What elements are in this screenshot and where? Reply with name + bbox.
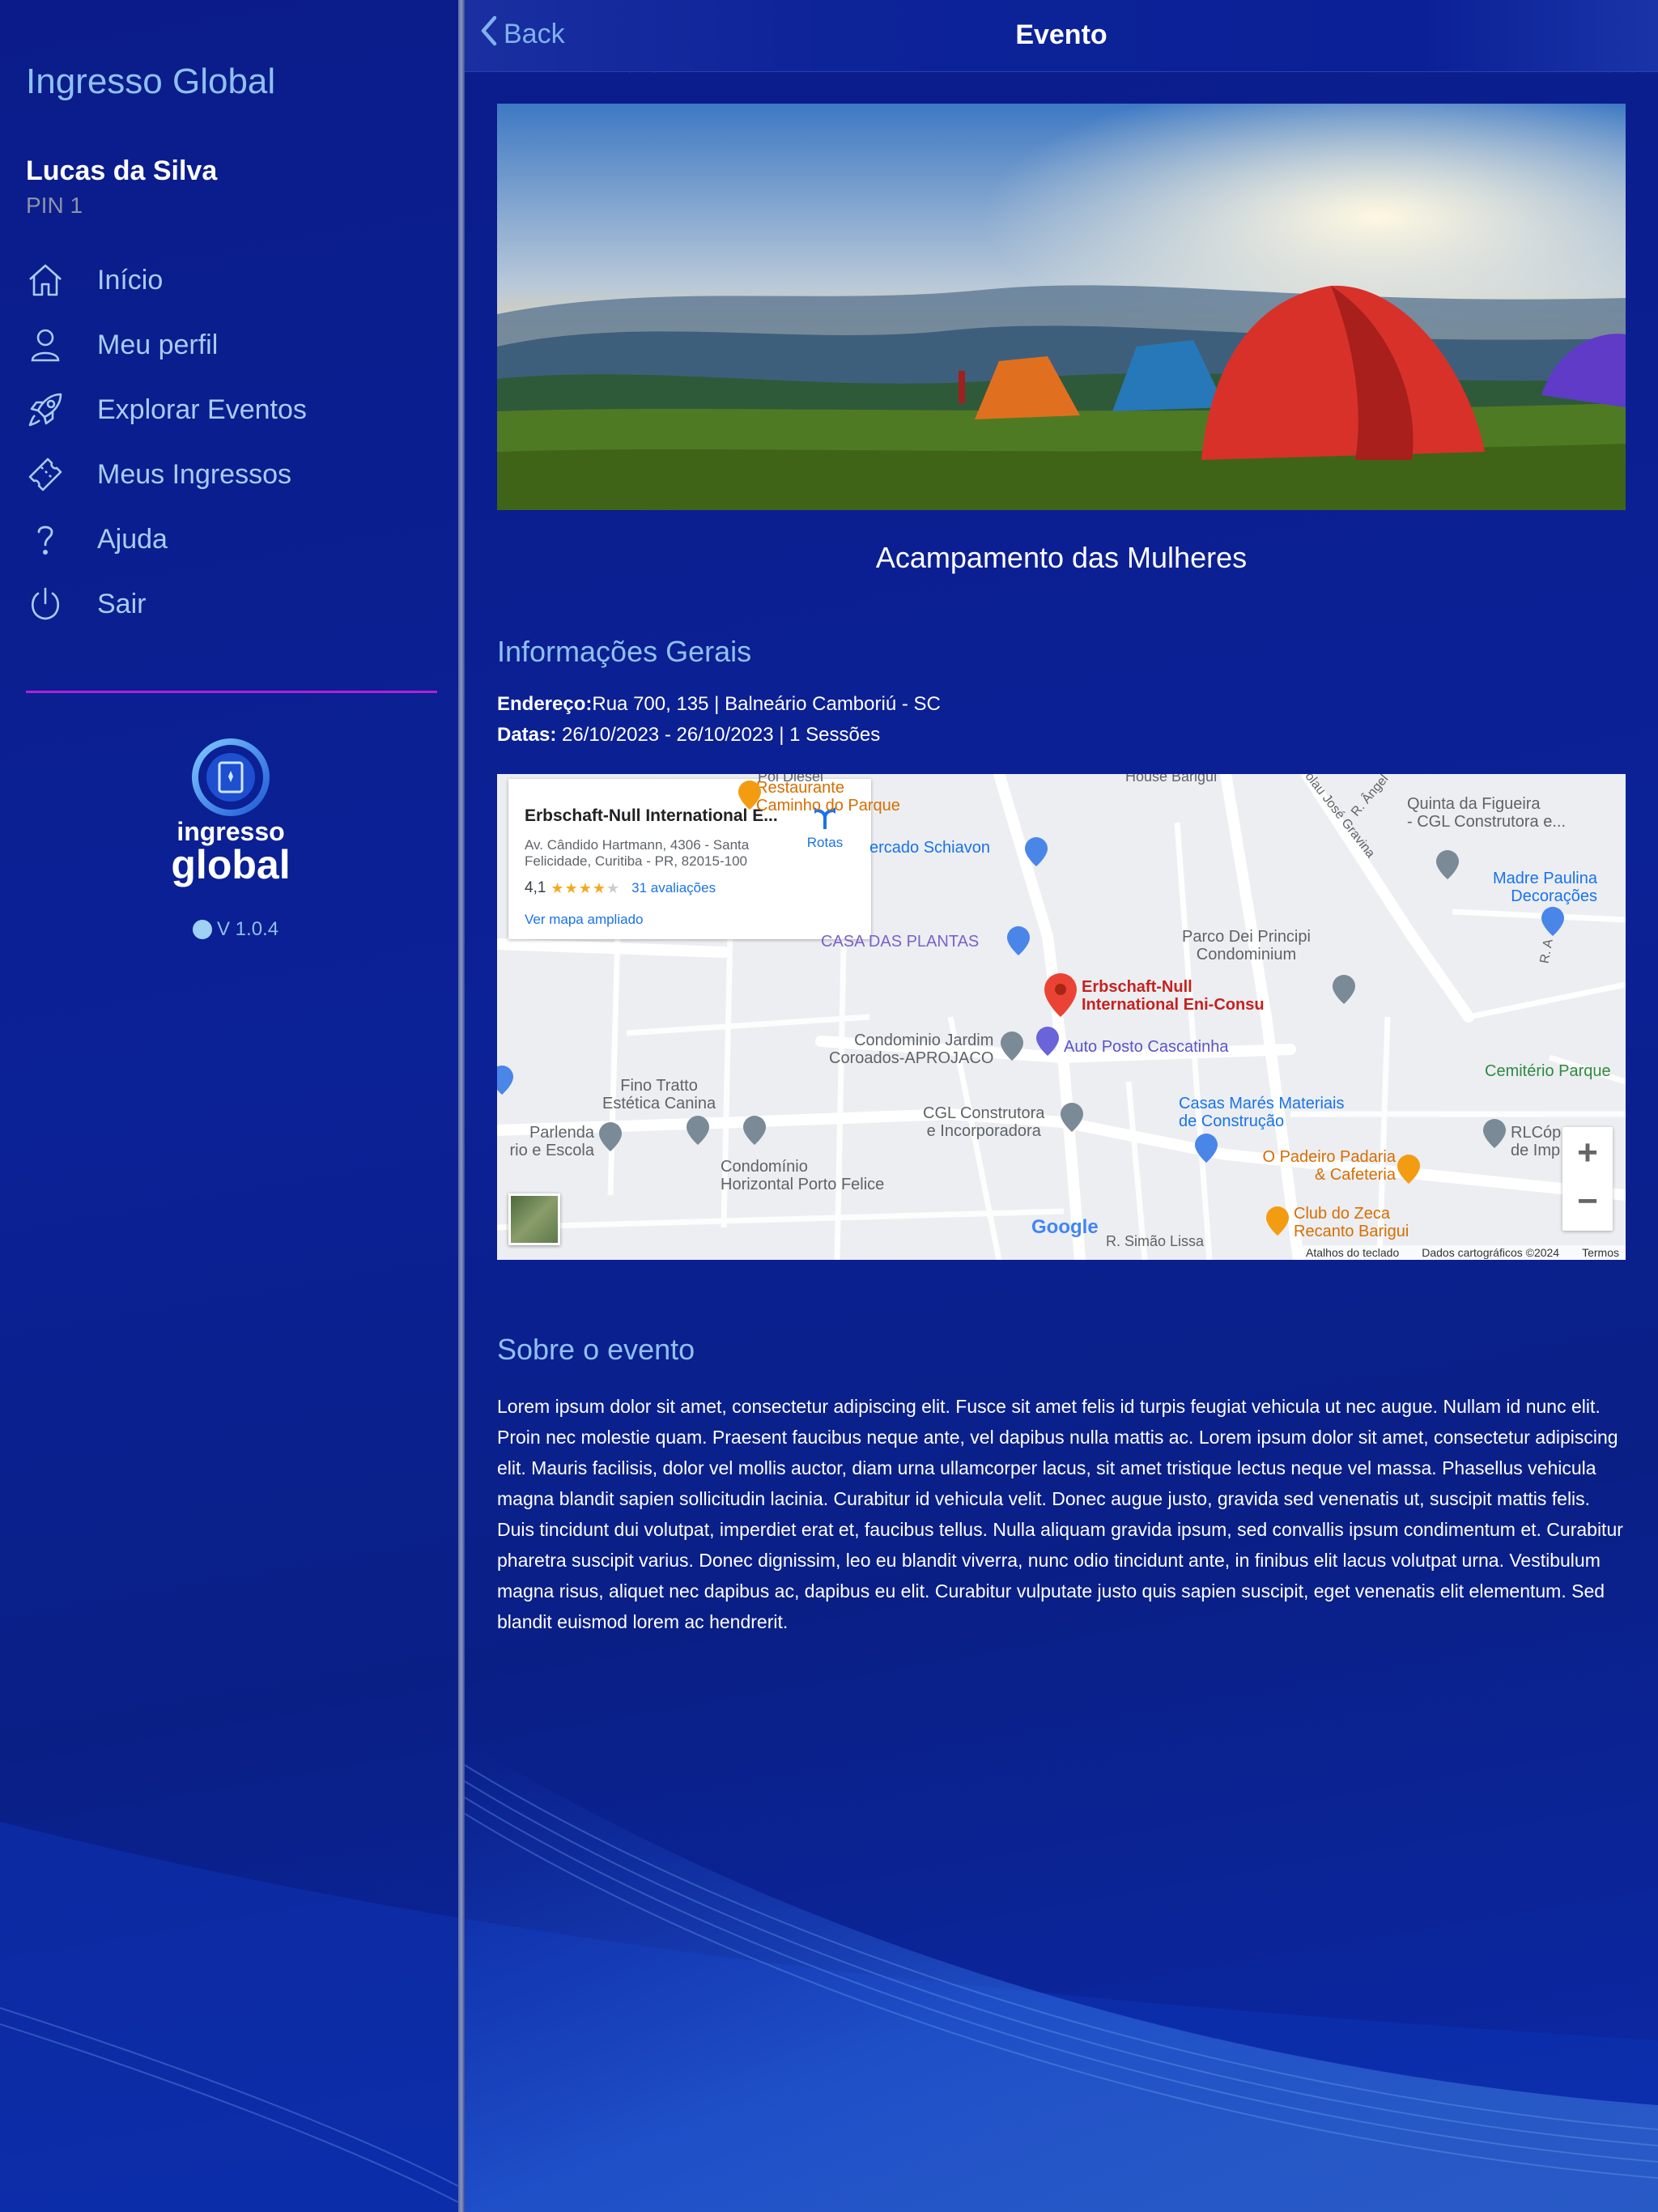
enlarged-map-link[interactable]: Ver mapa ampliado: [525, 912, 643, 928]
sidebar-item-label: Sair: [97, 588, 147, 619]
selected-pin-label: Erbschaft-Null International Eni-Consu: [1082, 978, 1265, 1014]
nav-bar: Back Evento: [465, 0, 1658, 72]
main-panel: Back Evento Acampamento das Mulheres Inf…: [465, 0, 1658, 2212]
rocket-icon: [26, 390, 65, 429]
version-dot-icon: [193, 920, 212, 939]
reviews-link[interactable]: 31 avaliações: [631, 880, 716, 896]
directions-label: Rotas: [806, 835, 844, 850]
place-rating: 4,1 ★★★★★ 31 avaliações: [525, 879, 716, 897]
place-label: O Padeiro Padaria & Cafeteria: [1262, 1148, 1396, 1184]
brand-logo: ingresso global: [158, 738, 304, 887]
place-label: RLCóp de Imp: [1511, 1124, 1562, 1159]
place-label: Cemitério Parque: [1485, 1062, 1611, 1080]
place-label: Madre Paulina Decorações: [1493, 870, 1597, 905]
question-icon: [26, 520, 65, 559]
place-label: Parlenda rio e Escola: [509, 1124, 595, 1159]
satellite-toggle[interactable]: [508, 1193, 560, 1245]
place-title: Erbschaft-Null International E...: [525, 806, 778, 825]
dates-label: Datas:: [497, 724, 557, 746]
place-label: Casas Marés Materiais de Construção: [1179, 1095, 1345, 1130]
sidebar-item-meus-ingressos[interactable]: Meus Ingressos: [26, 442, 431, 507]
split-divider[interactable]: [458, 0, 465, 2212]
sidebar-item-label: Início: [97, 264, 164, 296]
logo-icon: [192, 738, 270, 816]
event-dates: Datas: 26/10/2023 - 26/10/2023 | 1 Sessõ…: [497, 724, 880, 747]
place-label: Condomínio Horizontal Porto Felice: [721, 1158, 885, 1193]
zoom-in-button[interactable]: +: [1562, 1127, 1613, 1179]
terms-link[interactable]: Termos: [1582, 1246, 1619, 1259]
sidebar-nav: Início Meu perfil Explorar Eventos Meus …: [26, 248, 431, 636]
power-icon: [26, 585, 65, 623]
app-title: Ingresso Global: [26, 62, 276, 101]
map-embed[interactable]: Erbschaft-Null International E... Av. Câ…: [497, 774, 1626, 1260]
place-address-1: Av. Cândido Hartmann, 4306 - Santa: [525, 837, 750, 853]
sidebar-item-label: Meus Ingressos: [97, 458, 291, 490]
sidebar-item-sair[interactable]: Sair: [26, 572, 431, 636]
dates-value: 26/10/2023 - 26/10/2023 | 1 Sessões: [556, 724, 881, 746]
user-pin: PIN 1: [26, 193, 83, 218]
place-label: House Barigui: [1125, 774, 1218, 785]
sidebar-item-meu-perfil[interactable]: Meu perfil: [26, 313, 431, 377]
address-value: Rua 700, 135 | Balneário Camboriú - SC: [592, 693, 941, 715]
sidebar-separator: [26, 691, 437, 693]
map-data-label: Dados cartográficos ©2024: [1422, 1246, 1560, 1259]
home-icon: [26, 261, 65, 300]
sidebar-item-label: Explorar Eventos: [97, 393, 307, 425]
place-address-2: Felicidade, Curitiba - PR, 82015-100: [525, 853, 747, 869]
place-label: Quinta da Figueira - CGL Construtora e...: [1407, 795, 1566, 831]
sidebar: Ingresso Global Lucas da Silva PIN 1 Iní…: [0, 0, 458, 2212]
page-title: Evento: [1015, 19, 1107, 50]
place-label: Auto Posto Cascatinha: [1064, 1038, 1229, 1056]
sidebar-item-ajuda[interactable]: Ajuda: [26, 507, 431, 572]
event-address: Endereço:Rua 700, 135 | Balneário Cambor…: [497, 693, 941, 716]
rating-value: 4,1: [525, 879, 546, 896]
info-section-title: Informações Gerais: [497, 635, 752, 668]
sidebar-item-explorar-eventos[interactable]: Explorar Eventos: [26, 377, 431, 442]
google-logo: Google: [1031, 1216, 1099, 1238]
place-label: Condominio Jardim Coroados-APROJACO: [829, 1032, 994, 1067]
about-section-title: Sobre o evento: [497, 1333, 695, 1366]
sidebar-item-inicio[interactable]: Início: [26, 248, 431, 313]
zoom-controls: + −: [1562, 1127, 1613, 1231]
place-label: Club do Zeca Recanto Barigui: [1294, 1205, 1409, 1240]
user-icon: [26, 325, 65, 364]
version-label: V 1.0.4: [217, 918, 279, 940]
app-version: V 1.0.4: [193, 918, 278, 941]
about-text: Lorem ipsum dolor sit amet, consectetur …: [497, 1396, 1623, 1632]
logo-word-global: global: [171, 842, 291, 887]
street-label: R. Simão Lissa: [1106, 1233, 1205, 1249]
place-label: Parco Dei Principi Condominium: [1182, 928, 1311, 963]
star-rating-icon: ★★★★★: [551, 879, 621, 896]
keyboard-shortcuts-link[interactable]: Atalhos do teclado: [1306, 1246, 1399, 1259]
place-label: Pol Diesel: [758, 774, 824, 785]
place-label: Fino Tratto Estética Canina: [602, 1077, 716, 1112]
ticket-icon: [26, 455, 65, 494]
sidebar-item-label: Ajuda: [97, 523, 168, 555]
zoom-out-button[interactable]: −: [1562, 1179, 1613, 1231]
app-root: Ingresso Global Lucas da Silva PIN 1 Iní…: [0, 0, 1658, 2212]
event-name: Acampamento das Mulheres: [875, 541, 1248, 574]
place-label: CGL Construtora e Incorporadora: [923, 1104, 1045, 1140]
map-attribution: Atalhos do teclado Dados cartográficos ©…: [1299, 1245, 1626, 1260]
logo-word-ingresso: ingresso: [176, 817, 285, 846]
place-label: CASA DAS PLANTAS: [821, 933, 980, 951]
address-label: Endereço:: [497, 693, 593, 715]
place-label: ercado Schiavon: [869, 839, 990, 857]
event-banner-image: [497, 104, 1626, 510]
sidebar-item-label: Meu perfil: [97, 329, 219, 360]
user-name: Lucas da Silva: [26, 155, 218, 186]
